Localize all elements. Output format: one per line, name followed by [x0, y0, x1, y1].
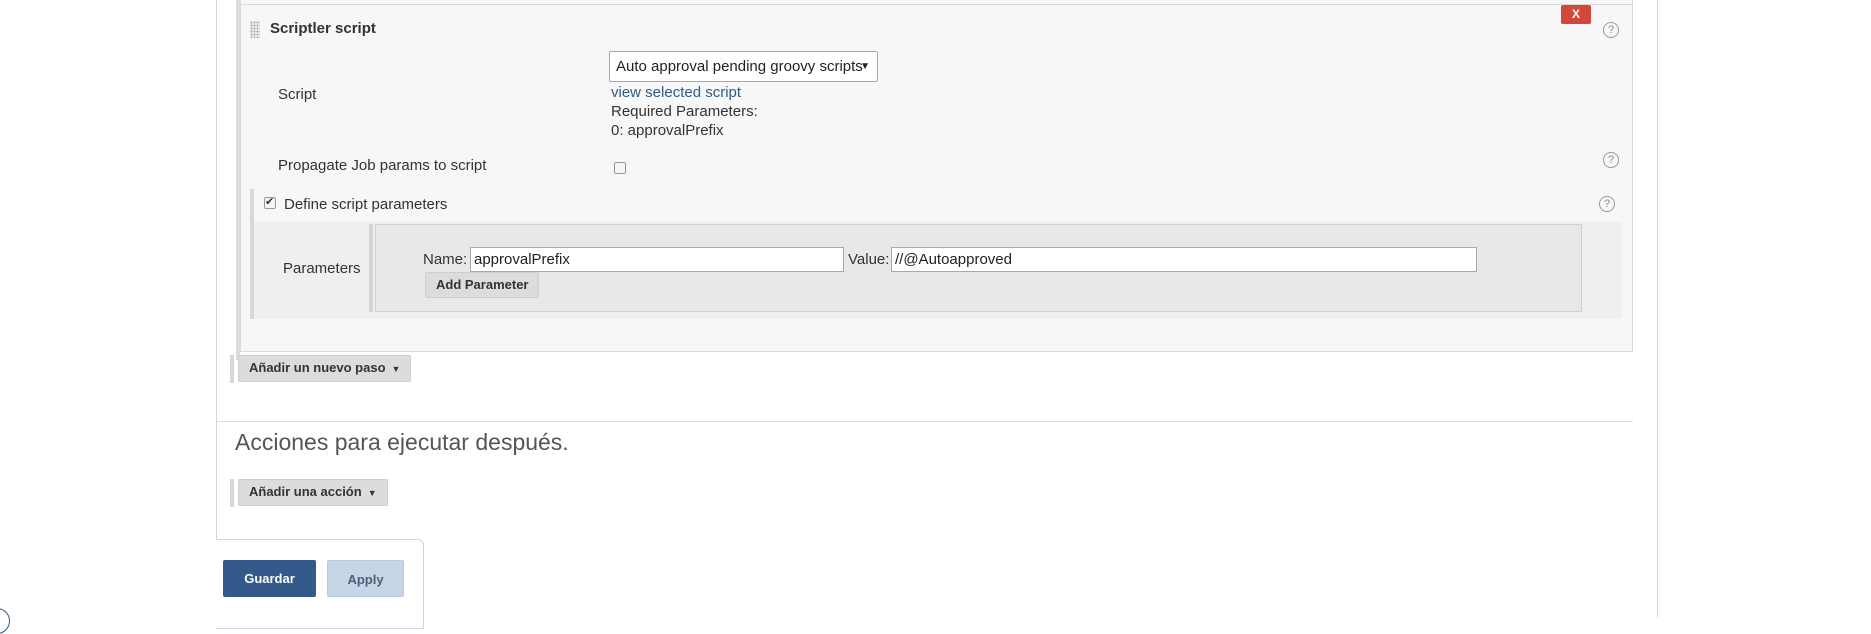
caret-down-icon: ▼ — [367, 488, 377, 498]
delete-step-button[interactable]: X — [1561, 5, 1591, 24]
define-params-checkbox[interactable] — [264, 195, 276, 209]
add-parameter-button[interactable]: Add Parameter — [425, 272, 540, 298]
help-icon[interactable]: ? — [1603, 152, 1619, 168]
drag-handle-icon[interactable] — [250, 21, 260, 38]
required-parameter-item: 0: approvalPrefix — [611, 122, 724, 139]
save-button[interactable]: Guardar — [223, 560, 316, 597]
script-select-value: Auto approval pending groovy scripts — [616, 58, 863, 75]
add-step-bar — [230, 355, 234, 383]
caret-down-icon: ▼ — [860, 61, 870, 72]
param-value-input[interactable]: //@Autoapproved — [891, 247, 1477, 272]
define-params-label: Define script parameters — [284, 196, 448, 213]
add-action-bar — [230, 479, 234, 507]
param-name-label: Name: — [423, 251, 468, 268]
parameter-bar — [369, 224, 373, 312]
view-selected-script-link[interactable]: view selected script — [611, 84, 741, 101]
help-icon[interactable]: ? — [1603, 22, 1619, 38]
script-select[interactable]: Auto approval pending groovy scripts ▼ — [609, 51, 878, 82]
add-build-step-label: Añadir un nuevo paso — [249, 360, 386, 375]
page-right-border — [1657, 0, 1658, 617]
page-left-border — [216, 0, 217, 617]
post-actions-title: Acciones para ejecutar después. — [235, 429, 569, 455]
section-divider — [216, 421, 1633, 422]
circle-icon — [0, 608, 10, 634]
propagate-label: Propagate Job params to script — [278, 157, 487, 174]
step-top-line — [240, 4, 1633, 5]
param-name-input[interactable]: approvalPrefix — [470, 247, 844, 272]
add-build-step-button[interactable]: Añadir un nuevo paso ▼ — [238, 355, 412, 382]
help-icon[interactable]: ? — [1599, 196, 1615, 212]
required-parameters-label: Required Parameters: — [611, 103, 758, 120]
apply-button[interactable]: Apply — [327, 560, 404, 597]
add-post-action-label: Añadir una acción — [249, 484, 362, 499]
caret-down-icon: ▼ — [391, 364, 401, 374]
parameters-label: Parameters — [283, 260, 361, 277]
script-label: Script — [278, 86, 317, 103]
param-value-label: Value: — [848, 251, 890, 268]
step-title: Scriptler script — [270, 20, 376, 37]
propagate-checkbox[interactable] — [614, 162, 626, 174]
add-post-action-button[interactable]: Añadir una acción ▼ — [238, 479, 388, 506]
